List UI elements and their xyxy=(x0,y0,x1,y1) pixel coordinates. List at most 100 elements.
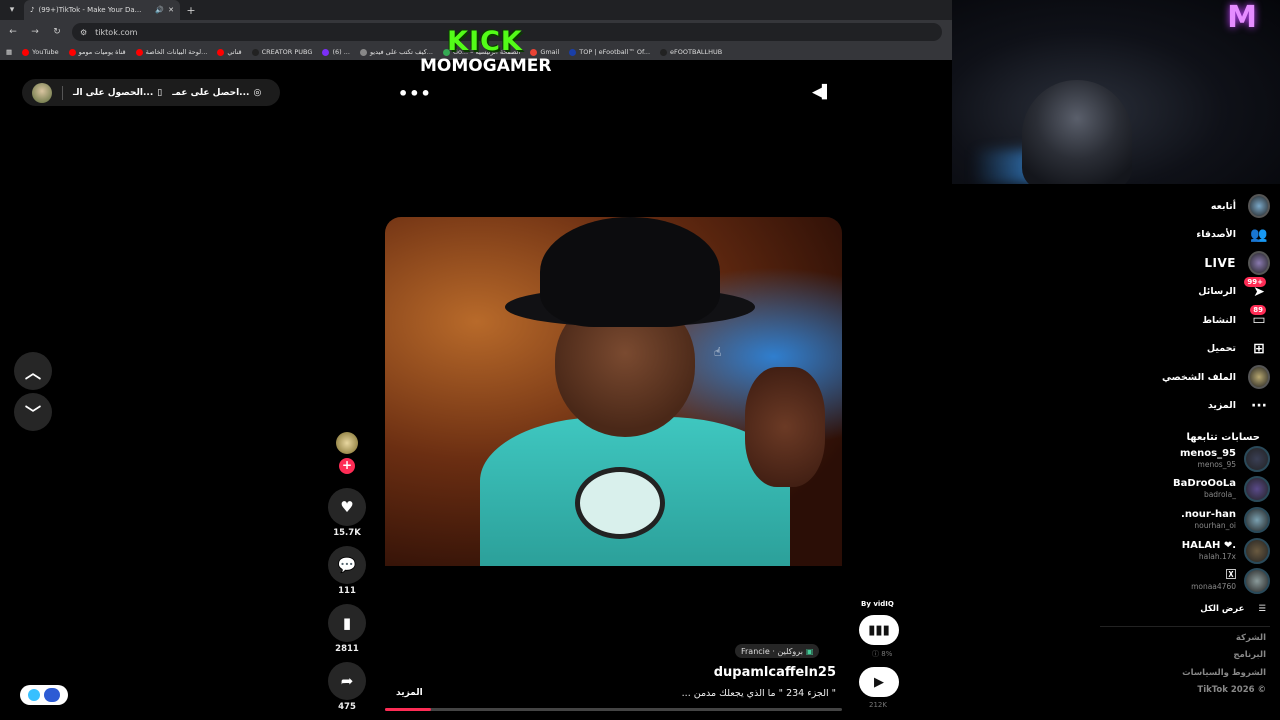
sidebar-item-label: أتابعه xyxy=(1210,200,1236,212)
following-account[interactable]: 🅇monaa4760 xyxy=(1100,566,1270,596)
comment-count: 111 xyxy=(338,586,356,596)
notification-badge: 99+ xyxy=(1244,276,1266,287)
phone-icon: ▯ xyxy=(157,87,163,98)
get-app-label: الحصول على الـ... xyxy=(73,87,154,98)
save-count: 2811 xyxy=(335,644,359,654)
extension-pill[interactable] xyxy=(20,685,68,705)
sidebar-nav: أتابعه الأصدقاء 👥 LIVE الرسائل ➤ 99+ النشاط ▭ 89 ت… xyxy=(1100,192,1270,420)
share-icon: ➦ xyxy=(340,672,354,690)
get-coins-button[interactable]: احصل على عمـ... ◎ xyxy=(172,88,261,98)
upload-icon: ⊞ xyxy=(1253,340,1265,357)
speaker-icon[interactable]: 🔊 xyxy=(155,6,164,14)
video-description: " الجزء 234 " ما الذي يجعلك مدمن ... xyxy=(681,688,836,699)
bookmark-favicon-icon xyxy=(322,48,330,56)
following-account[interactable]: HALAH ❤. halah.17x xyxy=(1100,536,1270,566)
streamer-name: MOMOGAMER xyxy=(420,56,552,76)
bookmark-item[interactable]: قناة يوميات مومو xyxy=(68,48,126,56)
location-tag[interactable]: Francie · بروكلين ▣ xyxy=(735,644,820,658)
vidiq-label: By vidIQ xyxy=(861,600,894,608)
site-info-icon[interactable]: ⚙ xyxy=(80,28,87,37)
more-button[interactable]: المزيد xyxy=(396,688,423,698)
reload-icon[interactable]: ↻ xyxy=(50,27,64,37)
bookmark-favicon-icon xyxy=(251,48,259,56)
location-pin-icon: ▣ xyxy=(805,646,814,656)
kick-logo: KICK xyxy=(447,26,523,57)
video-subject-hand xyxy=(745,367,825,487)
more-options-icon[interactable]: ••• xyxy=(398,84,432,103)
bookmark-item[interactable]: YouTube xyxy=(22,48,59,56)
creator-avatar[interactable] xyxy=(336,432,358,454)
video-progress-bar[interactable] xyxy=(385,708,842,711)
footer-link[interactable]: TikTok 2026 © xyxy=(1100,685,1270,703)
sidebar-item[interactable]: أتابعه xyxy=(1100,192,1270,221)
back-icon[interactable]: ← xyxy=(6,27,20,37)
bar-chart-icon: ▮▮▮ xyxy=(868,622,890,638)
url-text: tiktok.com xyxy=(95,27,138,37)
apps-grid-icon[interactable]: ▦ xyxy=(6,48,12,56)
sidebar-item[interactable]: تحميل ⊞ xyxy=(1100,335,1270,364)
webcam-person xyxy=(1022,80,1132,184)
previous-video-button[interactable]: ︿ xyxy=(14,352,52,390)
follow-plus-button[interactable]: + xyxy=(339,458,355,474)
comment-button[interactable]: 💬 xyxy=(328,546,366,584)
tab-title: (99+)TikTok - Make Your Da... xyxy=(38,6,142,14)
footer-link[interactable]: البرنامج xyxy=(1100,650,1270,668)
comment-icon: 💬 xyxy=(337,556,357,574)
bookmark-label: قناة يوميات مومو xyxy=(78,48,126,56)
screen: ▾ ♪ (99+)TikTok - Make Your Da... 🔊 ✕ + … xyxy=(0,0,1280,720)
browser-tab[interactable]: ♪ (99+)TikTok - Make Your Da... 🔊 ✕ xyxy=(24,0,180,20)
following-account[interactable]: menos_95 menos_95 xyxy=(1100,444,1270,474)
sidebar-item-label: LIVE xyxy=(1204,256,1236,271)
video-username[interactable]: dupamlcaffeln25 xyxy=(700,665,836,680)
footer-link[interactable]: الشروط والسياسات xyxy=(1100,668,1270,686)
bookmark-item[interactable]: eFOOTBALLHUB xyxy=(660,48,722,56)
sidebar-item[interactable]: LIVE xyxy=(1100,249,1270,278)
like-button[interactable]: ♥ xyxy=(328,488,366,526)
following-account[interactable]: BaDroOoLa badrola_ xyxy=(1100,475,1270,505)
sidebar-item[interactable]: الأصدقاء 👥 xyxy=(1100,221,1270,250)
account-display-name: menos_95 xyxy=(1179,447,1236,459)
bookmark-item[interactable]: (6) ... xyxy=(322,48,350,56)
video-player[interactable] xyxy=(385,217,842,566)
share-button[interactable]: ➦ xyxy=(328,662,366,700)
sidebar-item[interactable]: المزيد ··· xyxy=(1100,392,1270,421)
sidebar-item[interactable]: الملف الشخصي xyxy=(1100,363,1270,392)
bookmark-favicon-icon xyxy=(68,48,76,56)
tab-search-icon[interactable]: ▾ xyxy=(0,0,24,20)
see-all-button[interactable]: عرض الكل ☰ xyxy=(1100,596,1270,622)
video-actions: + ♥ 15.7K 💬 111 ▮ 2811 ➦ 475 xyxy=(326,430,368,720)
new-tab-button[interactable]: + xyxy=(180,4,202,17)
account-names: HALAH ❤. halah.17x xyxy=(1182,540,1236,562)
forward-icon[interactable]: → xyxy=(28,27,42,37)
bookmark-item[interactable]: CREATOR PUBG xyxy=(251,48,313,56)
bookmark-item[interactable]: لوحة البيانات الخاصة... xyxy=(135,48,208,56)
footer-link[interactable]: الشركة xyxy=(1100,633,1270,651)
play-count-button[interactable]: ▶ xyxy=(859,667,899,697)
following-account[interactable]: .nour-han nourhan_oi xyxy=(1100,505,1270,535)
sidebar-item-label: تحميل xyxy=(1206,343,1236,355)
browser-tabbar: ▾ ♪ (99+)TikTok - Make Your Da... 🔊 ✕ + xyxy=(0,0,952,20)
sidebar-item[interactable]: النشاط ▭ 89 xyxy=(1100,305,1270,335)
bookmark-item[interactable]: قناتي xyxy=(217,48,242,56)
vidiq-percent-value: 8% xyxy=(881,650,893,658)
volume-icon[interactable]: ◀▌ xyxy=(812,85,832,100)
sidebar-item[interactable]: الرسائل ➤ 99+ xyxy=(1100,276,1270,307)
account-names: BaDroOoLa badrola_ xyxy=(1173,478,1236,500)
next-video-button[interactable]: ﹀ xyxy=(14,393,52,431)
bookmark-label: قناتي xyxy=(227,48,242,56)
user-avatar[interactable] xyxy=(32,82,52,103)
bookmark-favicon-icon xyxy=(359,48,367,56)
bookmark-label: CREATOR PUBG xyxy=(261,48,313,56)
top-action-cluster: الحصول على الـ... ▯ احصل على عمـ... ◎ xyxy=(22,79,280,106)
tab-close-icon[interactable]: ✕ xyxy=(168,6,174,14)
account-display-name: HALAH ❤. xyxy=(1181,539,1236,551)
save-button[interactable]: ▮ xyxy=(328,604,366,642)
account-names: 🅇monaa4760 xyxy=(1191,570,1236,592)
play-icon: ▶ xyxy=(874,674,884,690)
avatar xyxy=(1244,506,1270,533)
vidiq-stats-button[interactable]: ▮▮▮ xyxy=(859,615,899,645)
shirt-logo xyxy=(575,467,665,539)
bookmark-label: لوحة البيانات الخاصة... xyxy=(145,48,208,56)
get-app-button[interactable]: الحصول على الـ... ▯ xyxy=(73,88,162,98)
bookmark-item[interactable]: TOP | eFootball™ Of... xyxy=(569,48,650,56)
